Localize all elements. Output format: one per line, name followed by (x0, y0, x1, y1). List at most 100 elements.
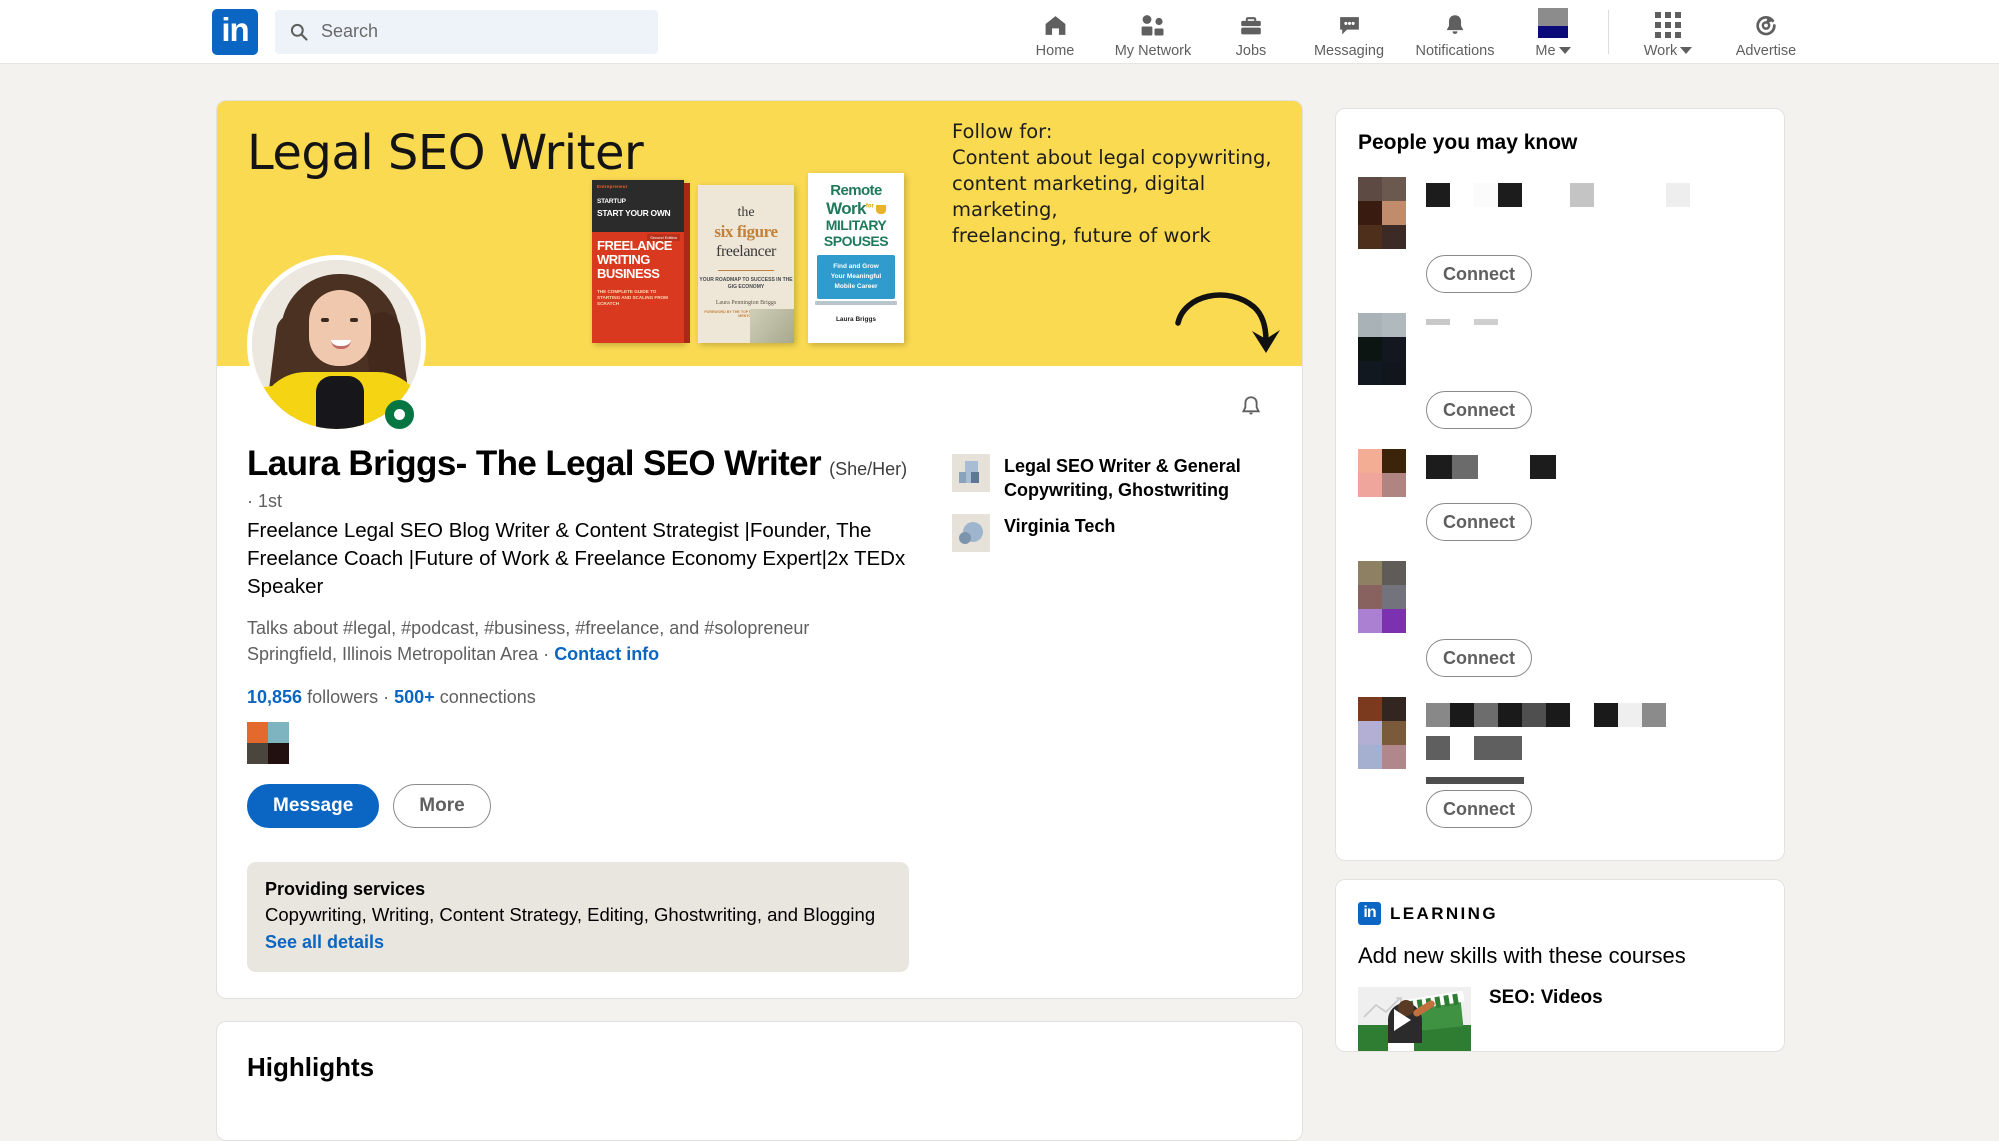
grid-apps-icon (1655, 10, 1681, 38)
connect-button-wrap: Connect (1426, 639, 1762, 677)
pymk-avatar[interactable] (1358, 313, 1406, 385)
page-title: Laura Briggs- The Legal SEO Writer (247, 444, 821, 484)
contact-info-link[interactable]: Contact info (554, 644, 659, 664)
profile-stats: 10,856 followers · 500+ connections (247, 687, 1272, 708)
experience-entry[interactable]: Legal SEO Writer & General Copywriting, … (952, 454, 1272, 502)
nav-item-notifications[interactable]: Notifications (1402, 0, 1508, 64)
nav-label-notifications: Notifications (1416, 43, 1495, 59)
redaction-block (1474, 319, 1498, 325)
connect-button[interactable]: Connect (1426, 391, 1532, 429)
nav-item-me[interactable]: Me (1508, 0, 1598, 64)
pymk-avatar-tile (1358, 561, 1382, 585)
pymk-name-redacted (1426, 177, 1716, 249)
learning-header: in LEARNING (1358, 902, 1762, 925)
profile-headline: Freelance Legal SEO Blog Writer & Conten… (247, 517, 907, 601)
education-name: Virginia Tech (1004, 514, 1115, 538)
book2-title-3: freelancer (698, 243, 794, 261)
redaction-block (1426, 455, 1452, 479)
pymk-entry-top (1358, 697, 1762, 769)
connect-button[interactable]: Connect (1426, 255, 1532, 293)
redaction-block (1642, 183, 1666, 207)
nav-me-text: Me (1535, 43, 1555, 59)
redaction-block (1642, 703, 1666, 727)
nav-item-my-network[interactable]: My Network (1100, 0, 1206, 64)
notify-bell-button[interactable] (1230, 386, 1272, 428)
followers-label: followers (307, 687, 378, 707)
experience-name: Legal SEO Writer & General Copywriting, … (1004, 454, 1272, 502)
list-item[interactable]: Connect (1358, 449, 1762, 541)
pymk-avatar-tile (1358, 609, 1382, 633)
pymk-avatar-tile (1358, 745, 1382, 769)
pymk-avatar[interactable] (1358, 697, 1406, 769)
nav-divider (1608, 10, 1609, 54)
redaction-block (1594, 703, 1618, 727)
nav-label-jobs: Jobs (1236, 43, 1267, 59)
course-name: SEO: Videos (1489, 987, 1603, 1009)
nav-item-messaging[interactable]: Messaging (1296, 0, 1402, 64)
banner-follow-block: Follow for: Content about legal copywrit… (952, 119, 1302, 249)
search-input[interactable]: Search (275, 10, 658, 54)
pymk-avatar[interactable] (1358, 177, 1406, 249)
pymk-avatar-tile (1382, 225, 1406, 249)
redaction-block (1504, 455, 1530, 479)
connect-button[interactable]: Connect (1426, 639, 1532, 677)
list-item[interactable]: Connect (1358, 313, 1762, 429)
book-cover-freelance-writing-business: Entrepreneur STARTUP START YOUR OWN Seco… (592, 180, 684, 343)
pymk-avatar-tile (1382, 721, 1406, 745)
nav-item-advertise[interactable]: Advertise (1713, 0, 1819, 64)
list-item[interactable]: Connect (1358, 697, 1762, 828)
curved-down-arrow-icon (1170, 279, 1282, 364)
pymk-avatar-tile (1382, 473, 1406, 497)
education-entry[interactable]: Virginia Tech (952, 514, 1272, 552)
pymk-name-redacted (1426, 449, 1716, 497)
list-item[interactable]: Connect (1358, 561, 1762, 677)
pymk-avatar-tile (1382, 337, 1406, 361)
nav-item-work[interactable]: Work (1623, 0, 1713, 64)
pymk-avatar[interactable] (1358, 449, 1406, 497)
redaction-block (1450, 736, 1474, 760)
pymk-avatar[interactable] (1358, 561, 1406, 633)
see-all-details-link[interactable]: See all details (265, 932, 891, 953)
list-item[interactable]: Connect (1358, 177, 1762, 293)
profile-location-row: Springfield, Illinois Metropolitan Area … (247, 644, 1272, 665)
pymk-entry-top (1358, 449, 1762, 497)
connect-button-wrap: Connect (1426, 255, 1762, 293)
search-placeholder: Search (321, 21, 378, 42)
open-to-work-badge[interactable] (385, 400, 414, 429)
pymk-list: Connect Connect Connect Connect Connect (1358, 177, 1762, 828)
connect-button[interactable]: Connect (1426, 503, 1532, 541)
nav-work-text: Work (1644, 43, 1678, 59)
message-button[interactable]: Message (247, 784, 379, 828)
pymk-avatar-tile (1358, 337, 1382, 361)
redaction-block (1452, 455, 1478, 479)
pymk-avatar-tile (1358, 225, 1382, 249)
profile-card: Legal SEO Writer Follow for: Content abo… (216, 100, 1303, 999)
people-you-may-know-card: People you may know ConnectConnectConnec… (1335, 108, 1785, 861)
providing-services-list: Copywriting, Writing, Content Strategy, … (265, 904, 891, 926)
connect-button-wrap: Connect (1426, 391, 1762, 429)
mutual-connections-avatar[interactable] (247, 722, 289, 764)
linkedin-logo[interactable]: in (212, 9, 258, 55)
more-button[interactable]: More (393, 784, 490, 828)
redaction-block (1570, 183, 1594, 207)
redaction-block (1478, 455, 1504, 479)
book3-screen-line1: Find and Grow (821, 262, 891, 272)
redaction-block (1426, 319, 1450, 325)
highlights-card: Highlights (216, 1021, 1303, 1141)
experience-education-column: Legal SEO Writer & General Copywriting, … (952, 454, 1272, 564)
nav-item-jobs[interactable]: Jobs (1206, 0, 1296, 64)
connect-button[interactable]: Connect (1426, 790, 1532, 828)
book-cover-remote-work-military-spouses: Remote Workfor MILITARY SPOUSES Find and… (808, 173, 904, 343)
nav-label-home: Home (1036, 43, 1075, 59)
nav-item-home[interactable]: Home (1010, 0, 1100, 64)
course-item[interactable]: SEO: Videos (1358, 987, 1762, 1051)
pymk-avatar-tile (1358, 721, 1382, 745)
mutual-avatar-tile (268, 743, 289, 764)
learning-subtitle: Add new skills with these courses (1358, 943, 1762, 969)
followers-count[interactable]: 10,856 (247, 687, 302, 707)
pymk-avatar-tile (1358, 449, 1382, 473)
briefcase-icon (1238, 10, 1264, 38)
connections-count[interactable]: 500+ (394, 687, 435, 707)
people-icon (1138, 10, 1168, 38)
linkedin-mini-logo: in (1358, 902, 1381, 925)
